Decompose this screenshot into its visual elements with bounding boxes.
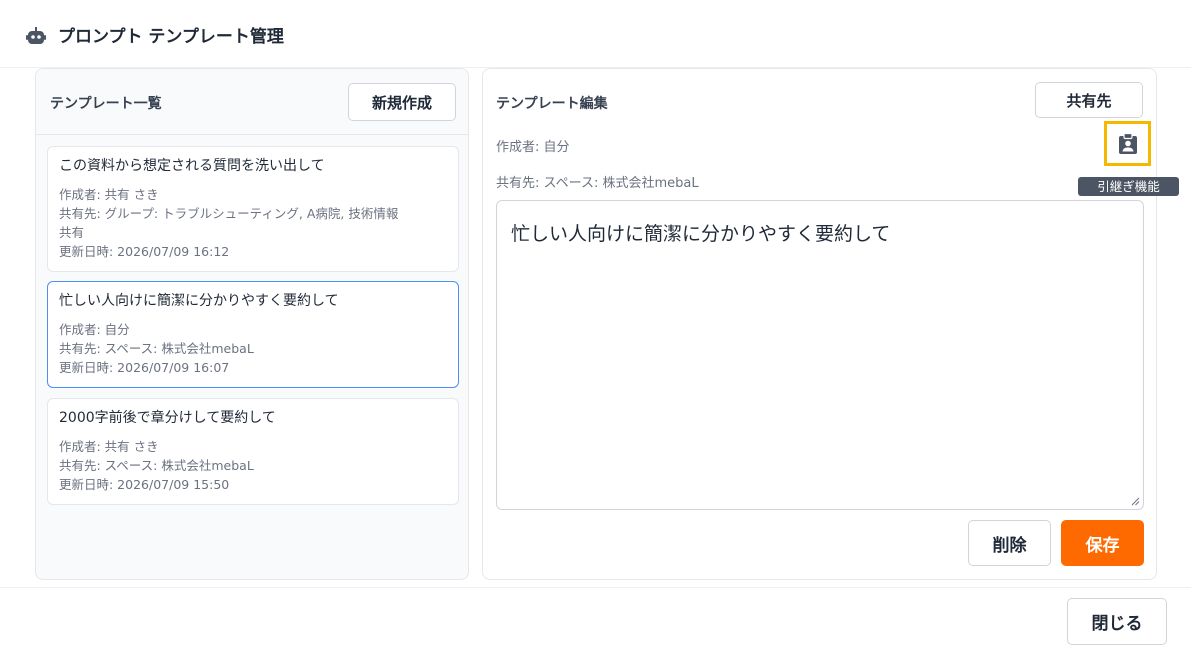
close-button[interactable]: 閉じる xyxy=(1067,598,1167,645)
template-card-share: 共有先: グループ: トラブルシューティング, A病院, 技術情報 xyxy=(59,206,399,221)
share-target-button[interactable]: 共有先 xyxy=(1035,82,1143,118)
clipboard-account-icon xyxy=(1118,132,1137,154)
template-card[interactable]: この資料から想定される質問を洗い出して 作成者: 共有 さき 共有先: グループ… xyxy=(47,146,459,272)
template-list-panel: テンプレート一覧 新規作成 この資料から想定される質問を洗い出して 作成者: 共… xyxy=(35,68,469,580)
template-card-title: 2000字前後で章分けして要約して xyxy=(59,410,276,426)
template-card-author: 作成者: 共有 さき xyxy=(59,439,159,454)
template-card-updated: 更新日時: 2026/07/09 15:50 xyxy=(59,477,230,492)
template-card-author: 作成者: 自分 xyxy=(59,322,130,337)
delete-button[interactable]: 削除 xyxy=(968,520,1051,566)
template-card-share: 共有先: スペース: 株式会社mebaL xyxy=(59,341,254,356)
template-card-selected[interactable]: 忙しい人向けに簡潔に分かりやすく要約して 作成者: 自分 共有先: スペース: … xyxy=(47,281,459,388)
handover-tooltip: 引継ぎ機能 xyxy=(1078,177,1179,196)
template-card[interactable]: 2000字前後で章分けして要約して 作成者: 共有 さき 共有先: スペース: … xyxy=(47,398,459,505)
template-card-title: この資料から想定される質問を洗い出して xyxy=(59,158,325,174)
template-edit-panel: テンプレート編集 共有先 作成者: 自分 引継ぎ機能 共有先: スペース: 株式… xyxy=(482,68,1179,580)
template-list-title: テンプレート一覧 xyxy=(50,96,162,112)
template-card-updated: 更新日時: 2026/07/09 16:07 xyxy=(59,360,230,375)
template-content-text: 忙しい人向けに簡潔に分かりやすく要約して xyxy=(511,223,891,245)
template-edit-title: テンプレート編集 xyxy=(496,96,608,112)
page-title: プロンプト テンプレート管理 xyxy=(58,27,284,47)
robot-icon xyxy=(26,27,46,44)
template-card-share: 共有先: スペース: 株式会社mebaL xyxy=(59,458,254,473)
save-button[interactable]: 保存 xyxy=(1061,520,1144,566)
handover-button[interactable] xyxy=(1104,121,1151,166)
dialog-header: プロンプト テンプレート管理 xyxy=(0,0,1191,68)
template-card-updated: 更新日時: 2026/07/09 16:12 xyxy=(59,244,230,259)
edit-share-target: 共有先: スペース: 株式会社mebaL xyxy=(496,176,699,191)
resize-handle-icon[interactable] xyxy=(1130,496,1140,506)
template-list-header: テンプレート一覧 新規作成 xyxy=(36,69,468,135)
template-card-title: 忙しい人向けに簡潔に分かりやすく要約して xyxy=(59,293,339,309)
edit-author: 作成者: 自分 xyxy=(496,140,570,155)
new-template-button[interactable]: 新規作成 xyxy=(348,83,456,121)
footer-divider xyxy=(0,587,1191,588)
template-content-textarea[interactable]: 忙しい人向けに簡潔に分かりやすく要約して xyxy=(496,200,1144,510)
template-card-author: 作成者: 共有 さき xyxy=(59,187,159,202)
template-card-share-cont: 共有 xyxy=(59,225,85,240)
